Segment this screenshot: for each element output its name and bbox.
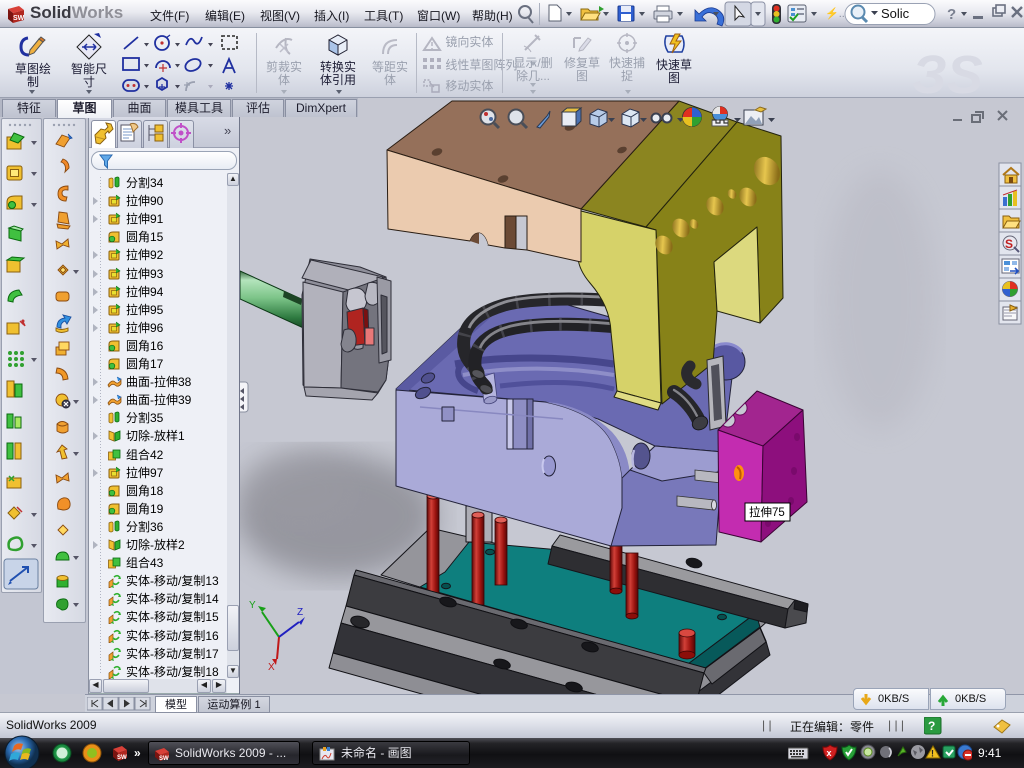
svg-text:Solic: Solic	[881, 6, 910, 21]
svg-text:Z: Z	[297, 607, 303, 618]
svg-text:Y: Y	[249, 600, 256, 611]
svg-text:x: x	[827, 748, 832, 758]
svg-text:S: S	[1005, 237, 1013, 251]
svg-text:?: ?	[947, 6, 956, 23]
svg-text:拉伸75: 拉伸75	[749, 505, 785, 519]
svg-text:SW: SW	[159, 756, 169, 762]
svg-text:»: »	[134, 746, 141, 760]
svg-text:X: X	[268, 662, 275, 673]
svg-text:⚡..: ⚡..	[825, 7, 845, 20]
svg-text:!: !	[931, 749, 934, 759]
svg-text:?: ?	[928, 719, 935, 733]
svg-text:SW: SW	[117, 755, 127, 761]
svg-text:SW: SW	[13, 15, 25, 22]
